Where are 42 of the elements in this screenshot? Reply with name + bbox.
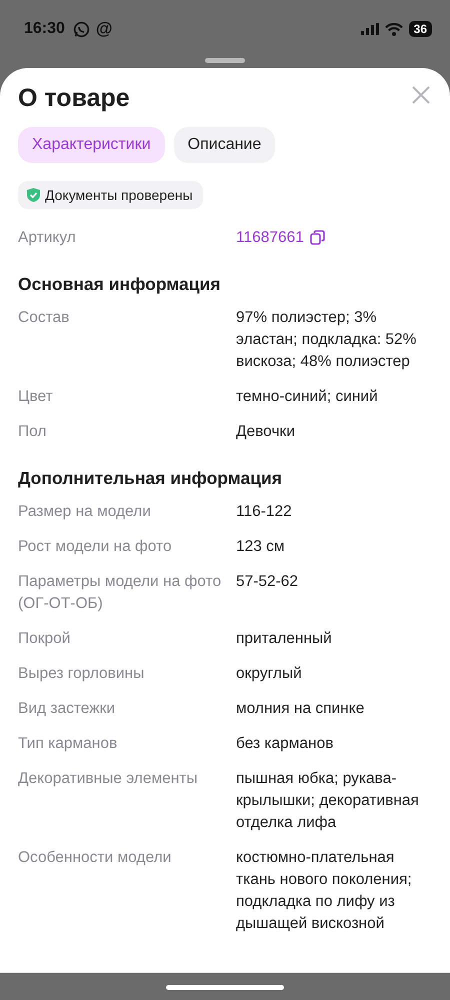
field-value: приталенный	[236, 628, 333, 648]
battery-level: 36	[408, 21, 432, 37]
signal-icon	[360, 23, 379, 35]
at-sign-icon: @	[96, 19, 112, 39]
field-label: Особенности модели	[18, 848, 172, 868]
field-label: Цвет	[18, 386, 54, 406]
field-value: Девочки	[236, 422, 296, 442]
field-label: Пол	[18, 422, 48, 442]
field-value: округлый	[236, 664, 303, 684]
chat-bubble-icon	[72, 20, 90, 38]
field-label: Параметры модели на фото (ОГ-ОТ-ОБ)	[18, 572, 222, 614]
sheet-title: О товаре	[18, 84, 130, 113]
home-indicator[interactable]	[166, 984, 284, 990]
field-value: 123 см	[236, 536, 286, 556]
field-label: Артикул	[18, 228, 77, 248]
badge-text: Документы проверены	[45, 187, 193, 203]
section-heading: Основная информация	[18, 274, 222, 295]
field-label: Покрой	[18, 628, 72, 648]
field-value: 97% полиэстер; 3% эластан; подкладка: 52% вискоза; 48% полиэстер	[236, 308, 418, 372]
field-value: без карманов	[236, 734, 334, 754]
clock-time: 16:30	[24, 20, 65, 38]
tab[interactable]: Описание	[174, 127, 276, 163]
drag-handle[interactable]	[205, 58, 245, 63]
field-value: пышная юбка; рукава-крылышки; декоративная отделка лифа	[236, 768, 420, 832]
field-label: Состав	[18, 308, 70, 328]
section-heading: Дополнительная информация	[18, 468, 283, 489]
field-label: Вырез горловины	[18, 664, 146, 684]
field-value: молния на спинке	[236, 698, 366, 718]
field-label: Размер на модели	[18, 502, 152, 522]
article-number: 11687661	[236, 228, 304, 248]
shield-check-icon	[27, 188, 40, 202]
field-label: Тип карманов	[18, 734, 118, 754]
copy-icon[interactable]	[310, 230, 325, 245]
field-value: 57-52-62	[236, 572, 300, 592]
field-label: Рост модели на фото	[18, 536, 173, 556]
field-value: костюмно-плательная ткань нового поколения; подкладка по лифу из дышащей вискозной	[236, 848, 413, 934]
field-value: темно-синий; синий	[236, 386, 379, 406]
field-label: Вид застежки	[18, 698, 116, 718]
field-label: Декоративные элементы	[18, 768, 199, 788]
field-value: 116-122	[236, 502, 293, 522]
wifi-icon	[384, 22, 403, 36]
tab[interactable]: Характеристики	[18, 127, 165, 163]
